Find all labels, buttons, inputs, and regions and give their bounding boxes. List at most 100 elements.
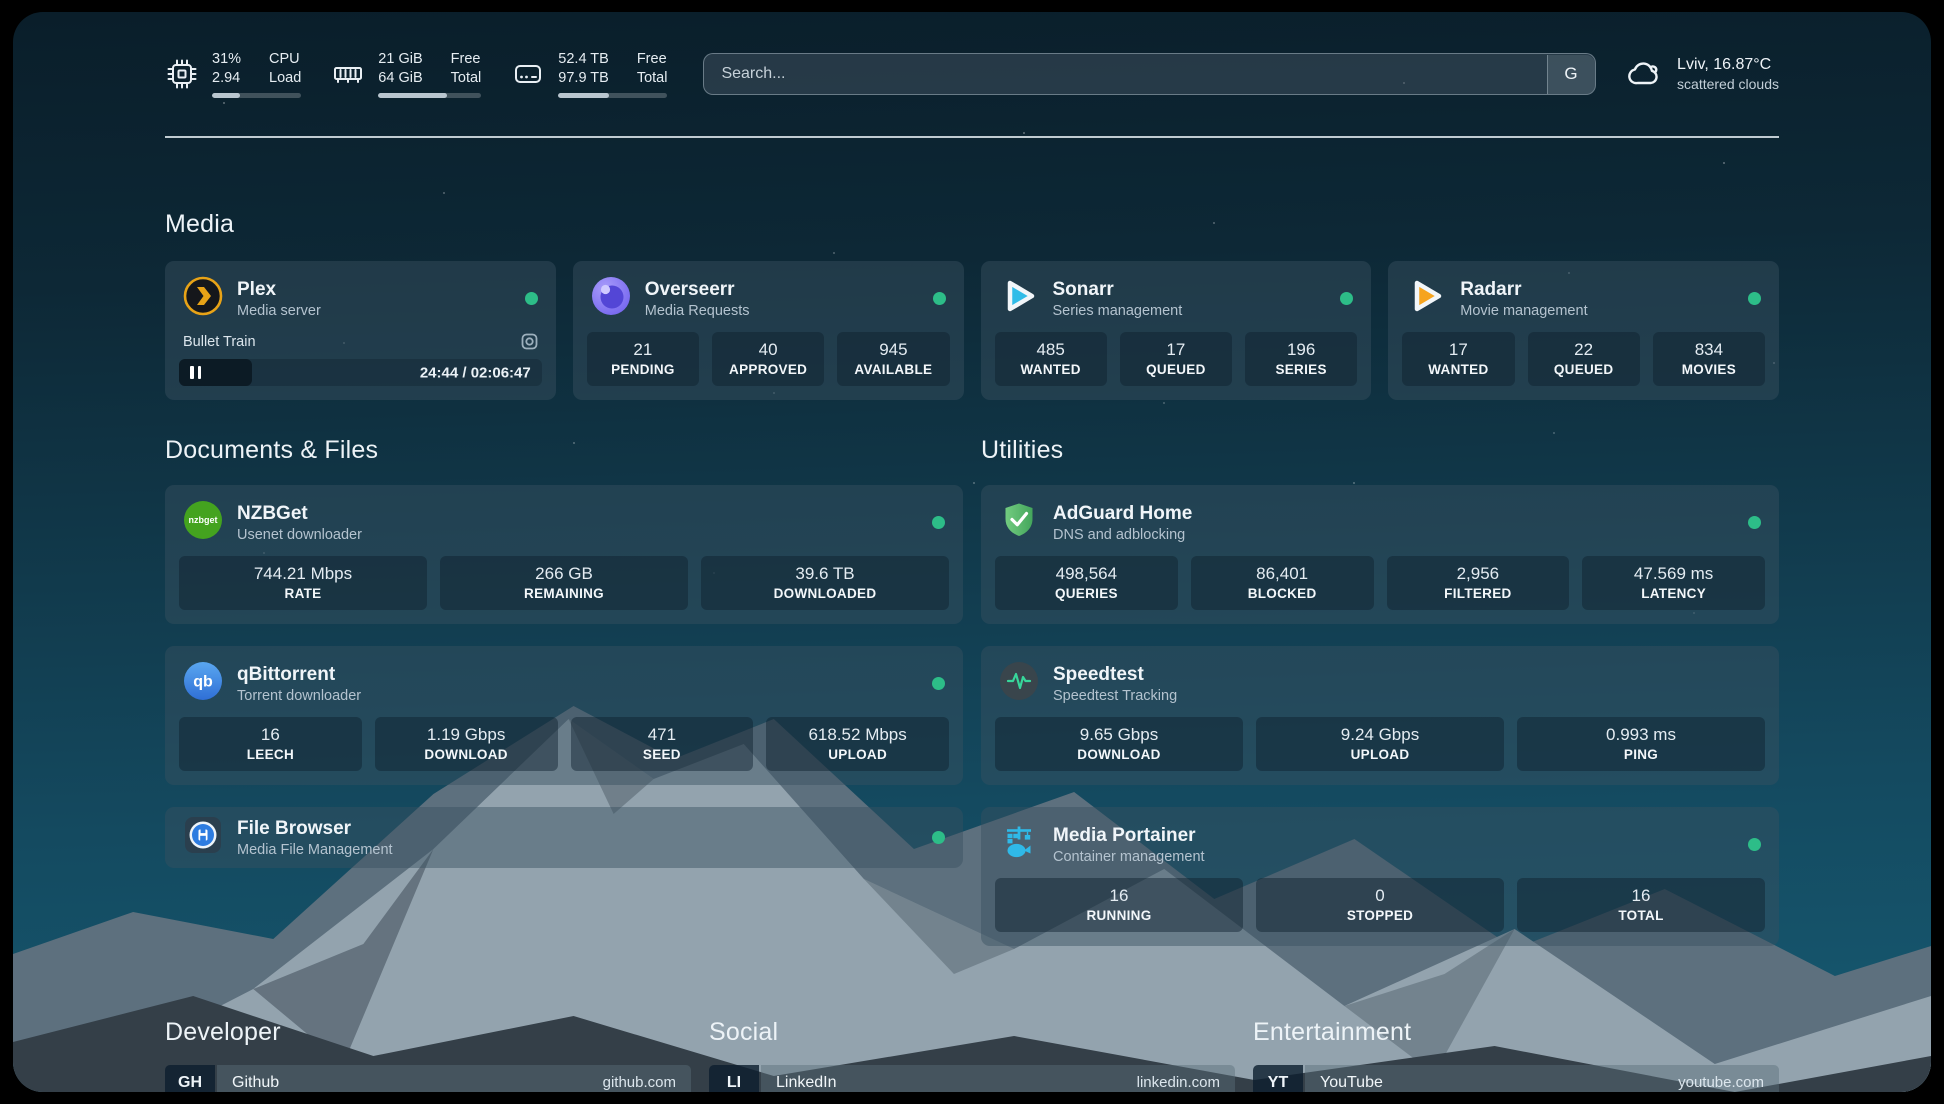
playback-time: 24:44 / 02:06:47 [420,364,531,381]
status-dot [933,292,946,305]
service-name: Plex [237,279,321,301]
bookmark-abbr: GH [165,1065,215,1092]
bookmark-abbr: YT [1253,1065,1303,1092]
disk-progress-bar [558,93,667,98]
service-card-qbittorrent[interactable]: qb qBittorrent Torrent downloader [165,646,963,785]
settings-icon[interactable] [521,333,538,350]
bookmark-youtube[interactable]: YT YouTube youtube.com [1253,1065,1779,1092]
status-dot [1748,516,1761,529]
search-box: G [703,53,1596,95]
stat-pending: 21PENDING [587,332,699,386]
section-title-documents: Documents & Files [165,436,963,465]
service-card-speedtest[interactable]: Speedtest Speedtest Tracking 9.65 GbpsDO… [981,646,1779,785]
status-dot [932,677,945,690]
bookmark-url: github.com [603,1074,676,1091]
stat-blocked: 86,401BLOCKED [1191,556,1374,610]
playback-progress-bar[interactable]: 24:44 / 02:06:47 [179,359,542,386]
bookmark-github[interactable]: GH Github github.com [165,1065,691,1092]
memory-widget: 21 GiB 64 GiB Free Total [331,50,481,98]
stat-available: 945AVAILABLE [837,332,949,386]
service-name: AdGuard Home [1053,503,1192,525]
cpu-load-label: Load [269,69,301,88]
section-title-developer: Developer [165,1018,691,1047]
disk-icon [511,57,545,91]
stat-stopped: 0STOPPED [1256,878,1504,932]
stat-upload: 9.24 GbpsUPLOAD [1256,717,1504,771]
bookmark-label: Github [232,1074,279,1092]
cpu-icon [165,57,199,91]
weather-widget: Lviv, 16.87°C scattered clouds [1624,54,1779,94]
section-title-utilities: Utilities [981,436,1779,465]
radarr-icon [1406,276,1446,321]
service-name: Radarr [1460,279,1587,301]
service-subtitle: Torrent downloader [237,688,361,704]
service-card-filebrowser[interactable]: File Browser Media File Management [165,807,963,868]
service-subtitle: Container management [1053,849,1205,865]
media-card-row: Plex Media server Bullet Train [165,261,1779,400]
dashboard-frame: 31% 2.94 CPU Load [13,12,1931,1092]
service-name: Sonarr [1053,279,1183,301]
memory-free-label: Free [451,50,482,69]
service-subtitle: Series management [1053,303,1183,319]
service-subtitle: Media Requests [645,303,750,319]
disk-free-value: 52.4 TB [558,50,609,69]
cpu-load-value: 2.94 [212,69,241,88]
bookmark-linkedin[interactable]: LI LinkedIn linkedin.com [709,1065,1235,1092]
stat-movies: 834MOVIES [1653,332,1765,386]
memory-icon [331,57,365,91]
status-dot [932,516,945,529]
service-card-sonarr[interactable]: Sonarr Series management 485WANTED 17QUE… [981,261,1372,400]
stat-wanted: 485WANTED [995,332,1107,386]
service-subtitle: Usenet downloader [237,527,362,543]
pause-icon[interactable] [198,366,202,379]
bookmark-group-social: Social LI LinkedIn linkedin.com TW Twitt… [709,1018,1235,1092]
weather-location-temp: Lviv, 16.87°C [1677,54,1779,76]
cpu-progress-bar [212,93,301,98]
nzbget-icon: nzbget [183,500,223,545]
cpu-usage-label: CPU [269,50,301,69]
stat-rate: 744.21 MbpsRATE [179,556,427,610]
service-card-nzbget[interactable]: nzbget NZBGet Usenet downloader 74 [165,485,963,624]
service-subtitle: Speedtest Tracking [1053,688,1177,704]
service-card-plex[interactable]: Plex Media server Bullet Train [165,261,556,400]
stat-running: 16RUNNING [995,878,1243,932]
cpu-widget: 31% 2.94 CPU Load [165,50,301,98]
pause-icon[interactable] [190,366,194,379]
section-title-entertainment: Entertainment [1253,1018,1779,1047]
disk-progress-fill [558,93,608,98]
speedtest-icon [999,661,1039,706]
service-name: File Browser [237,818,393,840]
stat-downloaded: 39.6 TBDOWNLOADED [701,556,949,610]
svg-text:nzbget: nzbget [189,515,218,525]
utilities-column: Utilities [981,436,1779,946]
bookmark-group-entertainment: Entertainment YT YouTube youtube.com NF … [1253,1018,1779,1092]
service-card-radarr[interactable]: Radarr Movie management 17WANTED 22QUEUE… [1388,261,1779,400]
stat-queries: 498,564QUERIES [995,556,1178,610]
bookmark-url: youtube.com [1678,1074,1764,1091]
status-dot [525,292,538,305]
status-dot [932,831,945,844]
service-card-adguard[interactable]: AdGuard Home DNS and adblocking 498,564Q… [981,485,1779,624]
top-bar: 31% 2.94 CPU Load [165,50,1779,98]
service-card-overseerr[interactable]: Overseerr Media Requests 21PENDING 40APP… [573,261,964,400]
stat-queued: 22QUEUED [1528,332,1640,386]
stat-upload: 618.52 MbpsUPLOAD [766,717,949,771]
disk-total-label: Total [637,69,668,88]
service-card-portainer[interactable]: Media Portainer Container management 16R… [981,807,1779,946]
header-divider [165,136,1779,138]
service-subtitle: Media File Management [237,842,393,858]
service-subtitle: Media server [237,303,321,319]
cpu-progress-fill [212,93,240,98]
search-provider-button[interactable]: G [1547,55,1595,94]
overseerr-icon [591,276,631,321]
bookmark-label: LinkedIn [776,1074,837,1092]
now-playing-title: Bullet Train [183,334,256,350]
documents-column: Documents & Files nzbget [165,436,963,946]
stat-leech: 16LEECH [179,717,362,771]
portainer-icon [999,822,1039,867]
memory-total-label: Total [451,69,482,88]
section-title-media: Media [165,210,1779,239]
search-input[interactable] [703,53,1596,95]
adguard-icon [999,500,1039,545]
filebrowser-icon [183,815,223,860]
